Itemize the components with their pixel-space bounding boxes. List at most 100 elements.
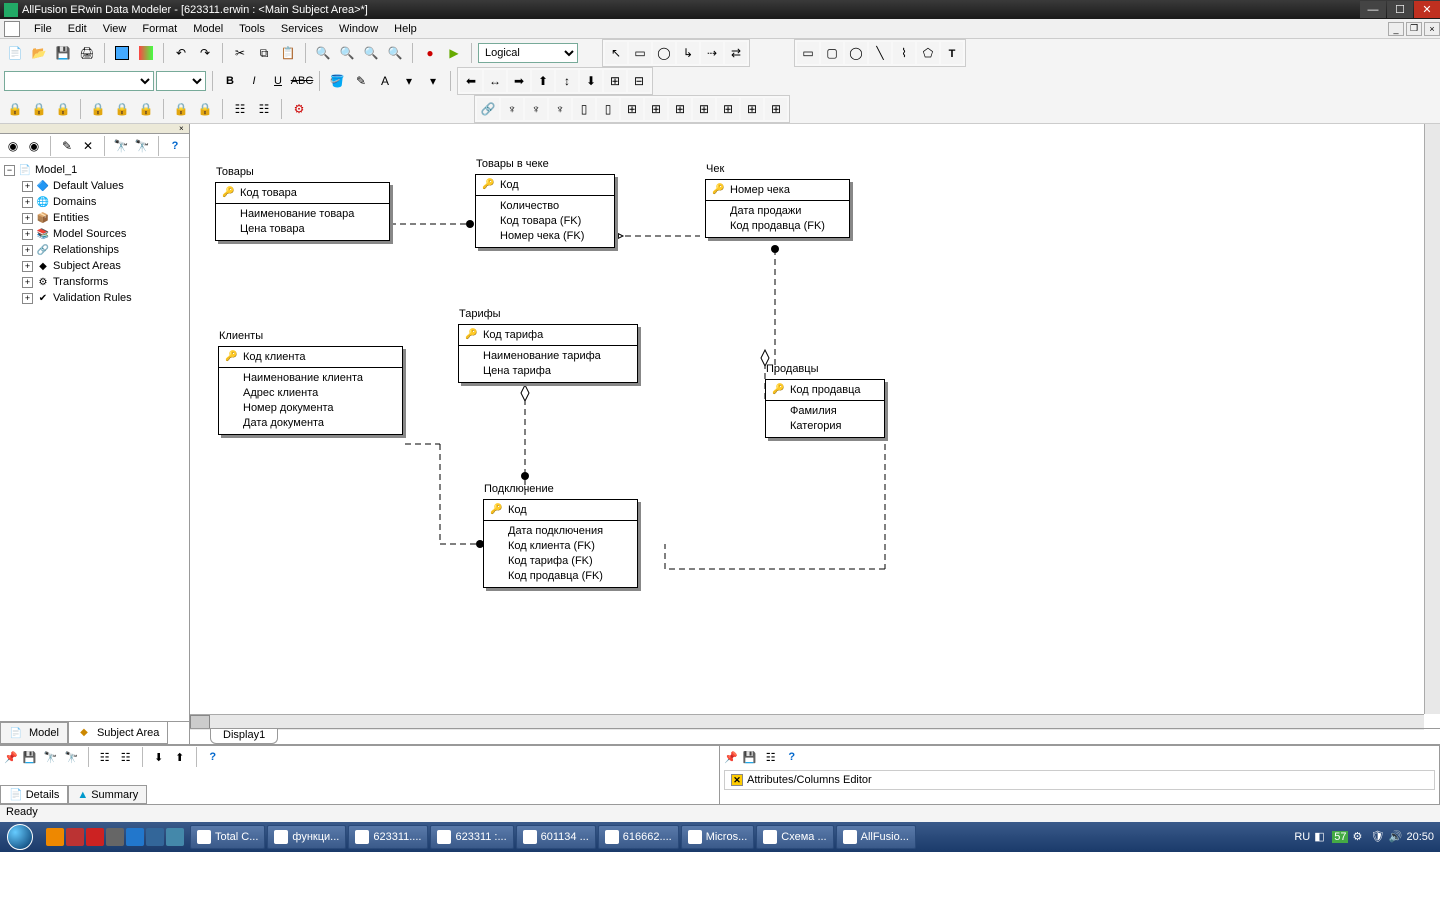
taskbar-clock[interactable]: 20:50	[1406, 831, 1434, 843]
taskbar-app-button[interactable]: AllFusio...	[836, 825, 916, 849]
align-bottom-button[interactable]: ⬇	[580, 70, 602, 92]
quicklaunch-icon[interactable]	[106, 828, 124, 846]
underline-button[interactable]: U	[267, 70, 289, 92]
menu-tools[interactable]: Tools	[231, 21, 273, 37]
group-button[interactable]: ⊞	[604, 70, 626, 92]
taskbar-app-button[interactable]: функци...	[267, 825, 346, 849]
transform-button[interactable]: ⚙	[288, 98, 310, 120]
nonidentifying-rel-tool[interactable]: ⇢	[701, 42, 723, 64]
print-button[interactable]: 🖨	[76, 42, 98, 64]
col2-button[interactable]: ▯	[597, 98, 619, 120]
panel-tool2[interactable]: ☷	[117, 748, 135, 766]
tree-item[interactable]: +⚙Transforms	[22, 274, 185, 290]
panel-tool1[interactable]: ☷	[96, 748, 114, 766]
menu-help[interactable]: Help	[386, 21, 425, 37]
entity-podklyuchenie[interactable]: Подключение Код Дата подключения Код кли…	[483, 499, 638, 588]
fill-color-button[interactable]: 🪣	[326, 70, 348, 92]
align-right-button[interactable]: ➡	[508, 70, 530, 92]
attr-tool[interactable]: ☷	[762, 748, 780, 766]
bold-button[interactable]: B	[219, 70, 241, 92]
menu-file[interactable]: File	[26, 21, 60, 37]
quicklaunch-icon[interactable]	[46, 828, 64, 846]
tree-item[interactable]: +🌐Domains	[22, 194, 185, 210]
quicklaunch-icon[interactable]	[146, 828, 164, 846]
subtype-tool[interactable]: ◯	[653, 42, 675, 64]
entity-chek[interactable]: Чек Номер чека Дата продажи Код продавца…	[705, 179, 850, 238]
panel-tool3[interactable]: ⬇	[150, 748, 168, 766]
entity-klienty[interactable]: Клиенты Код клиента Наименование клиента…	[218, 346, 403, 435]
window-maximize-button[interactable]: ☐	[1387, 1, 1413, 18]
shape-text-tool[interactable]: T	[941, 42, 963, 64]
tab-model[interactable]: 📄Model	[0, 722, 68, 744]
panel-find2[interactable]: 🔭	[63, 748, 81, 766]
undo-button[interactable]: ↶	[170, 42, 192, 64]
start-button[interactable]	[0, 822, 40, 852]
explorer-help[interactable]: ?	[166, 137, 184, 155]
run2-button[interactable]: ▶	[443, 42, 465, 64]
taskbar-app-button[interactable]: 623311 :...	[430, 825, 513, 849]
pointer-tool[interactable]: ↖	[605, 42, 627, 64]
tree-expand-icon[interactable]: +	[22, 261, 33, 272]
zoom-in-button[interactable]: 🔍	[336, 42, 358, 64]
align-center-h-button[interactable]: ↔	[484, 70, 506, 92]
menu-model[interactable]: Model	[185, 21, 231, 37]
tree3-button[interactable]: ♆	[549, 98, 571, 120]
taskbar-app-button[interactable]: Total C...	[190, 825, 265, 849]
shape-roundrect-tool[interactable]: ▢	[821, 42, 843, 64]
tree-item[interactable]: +📦Entities	[22, 210, 185, 226]
align-left-button[interactable]: ⬅	[460, 70, 482, 92]
explorer-btn2[interactable]: ◉	[25, 137, 43, 155]
manytomany-tool[interactable]: ⇄	[725, 42, 747, 64]
lock1-button[interactable]: 🔒	[4, 98, 26, 120]
tree-item[interactable]: +🔗Relationships	[22, 242, 185, 258]
lock2-button[interactable]: 🔒	[28, 98, 50, 120]
entity-tool[interactable]: ▭	[629, 42, 651, 64]
mdi-restore-button[interactable]: ❐	[1406, 22, 1422, 36]
align-center-v-button[interactable]: ↕	[556, 70, 578, 92]
layout7-button[interactable]: ⊞	[765, 98, 787, 120]
toggle-2-button[interactable]	[135, 42, 157, 64]
layout6-button[interactable]: ⊞	[741, 98, 763, 120]
copy-button[interactable]: ⧉	[253, 42, 275, 64]
entity-prodavtsy[interactable]: Продавцы Код продавца Фамилия Категория	[765, 379, 885, 438]
tab-summary[interactable]: ▲Summary	[68, 785, 147, 804]
font-size-combo[interactable]	[156, 71, 206, 91]
text-color-button[interactable]: A	[374, 70, 396, 92]
taskbar-app-button[interactable]: 623311....	[348, 825, 428, 849]
save-button[interactable]: 💾	[52, 42, 74, 64]
new-button[interactable]: 📄	[4, 42, 26, 64]
explorer-btn1[interactable]: ◉	[4, 137, 22, 155]
tree-item[interactable]: +◆Subject Areas	[22, 258, 185, 274]
explorer-find[interactable]: 🔭	[112, 137, 130, 155]
identifying-rel-tool[interactable]: ↳	[677, 42, 699, 64]
col1-button[interactable]: ▯	[573, 98, 595, 120]
panel-find[interactable]: 🔭	[42, 748, 60, 766]
explorer-findnext[interactable]: 🔭	[133, 137, 151, 155]
tree-expand-icon[interactable]: +	[22, 229, 33, 240]
quicklaunch-icon[interactable]	[126, 828, 144, 846]
more-color2-button[interactable]: ▾	[422, 70, 444, 92]
pin-icon[interactable]: 📌	[4, 751, 18, 764]
layout2-button[interactable]: ⊞	[645, 98, 667, 120]
menu-view[interactable]: View	[95, 21, 135, 37]
diagram-canvas[interactable]: Товары Код товара Наименование товара Це…	[190, 124, 1424, 714]
tree-expand-icon[interactable]: +	[22, 197, 33, 208]
shape-ellipse-tool[interactable]: ◯	[845, 42, 867, 64]
model-tree[interactable]: − 📄 Model_1 +🔷Default Values+🌐Domains+📦E…	[0, 158, 189, 721]
pin-icon[interactable]: 📌	[724, 751, 738, 764]
panel-save[interactable]: 💾	[21, 748, 39, 766]
shape-polygon-tool[interactable]: ⬠	[917, 42, 939, 64]
display-tab[interactable]: Display1	[210, 729, 278, 744]
entity-tarify[interactable]: Тарифы Код тарифа Наименование тарифа Це…	[458, 324, 638, 383]
lock3-button[interactable]: 🔒	[52, 98, 74, 120]
quicklaunch-icon[interactable]	[86, 828, 104, 846]
lock7-button[interactable]: 🔒	[170, 98, 192, 120]
layout3-button[interactable]: ⊞	[669, 98, 691, 120]
more-color-button[interactable]: ▾	[398, 70, 420, 92]
ungroup-button[interactable]: ⊟	[628, 70, 650, 92]
zoom-out-button[interactable]: 🔍	[312, 42, 334, 64]
lock5-button[interactable]: 🔒	[111, 98, 133, 120]
tree2-button[interactable]: ♆	[525, 98, 547, 120]
tree-item[interactable]: +✔Validation Rules	[22, 290, 185, 306]
tree-expand-icon[interactable]: +	[22, 181, 33, 192]
